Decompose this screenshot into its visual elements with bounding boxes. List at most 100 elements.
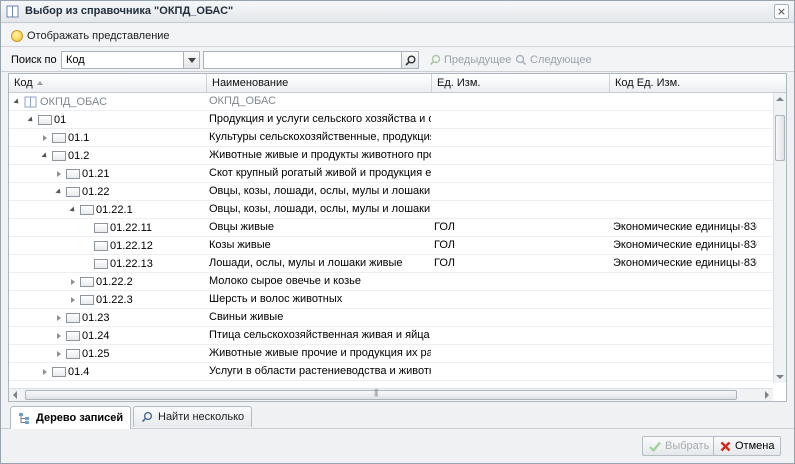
grid-body: ОКПД_ОБАС ОКПД_ОБАС 01 Продукция и услуги с… [9,93,773,383]
scroll-up-icon[interactable] [776,97,784,101]
folder-node-icon [80,204,94,215]
column-header-unit[interactable]: Ед. Изм. [432,74,610,93]
row-unit [432,93,609,110]
row-unit [432,273,609,290]
window-title: Выбор из справочника "ОКПД_ОБАС" [25,5,234,17]
table-row[interactable]: 01.22.12 Козы живые ГОЛ Экономические едини… [9,237,773,255]
table-row[interactable]: ОКПД_ОБАС ОКПД_ОБАС [9,93,773,111]
folder-node-icon [80,276,94,287]
dialog-window: Выбор из справочника "ОКПД_ОБАС" × Отобр… [0,0,795,464]
previous-button[interactable]: Предыдущее [429,54,511,66]
collapse-toggle-icon[interactable] [12,97,22,107]
folder-node-icon [52,150,66,161]
grid-header: Код Наименование Ед. Изм. Код Ед. Изм. [9,74,786,93]
collapse-toggle-icon[interactable] [26,115,36,125]
tree-cell: 01.22.1 [68,201,133,218]
cancel-button[interactable]: Отмена [713,436,782,456]
collapse-toggle-icon[interactable] [68,205,78,215]
cancel-label: Отмена [735,440,775,452]
row-unit [432,363,609,380]
table-row[interactable]: 01.22.11 Овцы живые ГОЛ Экономические едини… [9,219,773,237]
binoculars-next-icon [515,54,527,66]
table-row[interactable]: 01.25 Животные живые прочие и продукция и… [9,345,773,363]
expand-toggle-icon[interactable] [68,277,78,287]
chevron-down-icon[interactable] [183,52,199,68]
select-button[interactable]: Выбрать [642,436,717,456]
tree-cell: 01.22.11 [82,219,152,236]
tree-cell: 01.25 [54,345,110,362]
display-view-button[interactable]: Отображать представление [11,28,170,44]
table-row[interactable]: 01.2 Животные живые и продукты животного … [9,147,773,165]
title-bar: Выбор из справочника "ОКПД_ОБАС" × [1,1,794,23]
row-unit-code [610,129,757,146]
table-row[interactable]: 01.4 Услуги в области растениеводства и ж… [9,363,773,381]
tree-cell: 01.22.2 [68,273,133,290]
collapse-toggle-icon[interactable] [54,187,64,197]
expand-toggle-icon[interactable] [54,331,64,341]
row-name: Животные живые прочие и продукция их раз… [209,347,431,359]
row-code: 01.22.13 [110,257,153,270]
table-row[interactable]: 01.22.1 Овцы, козы, лошади, ослы, мулы и … [9,201,773,219]
row-code: 01.23 [82,311,110,324]
row-unit-code [610,93,757,110]
tree-cell: 01.24 [54,327,110,344]
tree-cell: 01.22.13 [82,255,153,272]
expand-toggle-icon[interactable] [68,295,78,305]
search-field-select[interactable]: Код [61,51,200,69]
tree-cell: 01.22.12 [82,237,153,254]
table-row[interactable]: 01.21 Скот крупный рогатый живой и продук… [9,165,773,183]
horizontal-scroll-thumb[interactable] [25,388,737,400]
table-row[interactable]: 01.22.3 Шерсть и волос животных [9,291,773,309]
row-unit [432,129,609,146]
row-unit-code: Экономические единицы·836 [613,221,757,233]
bottom-tabs: Дерево записей Найти несколько [1,403,794,429]
row-name: Шерсть и волос животных [209,293,343,305]
search-by-label: Поиск по [11,54,57,66]
folder-node-icon [94,258,108,269]
collapse-toggle-icon[interactable] [40,151,50,161]
next-button[interactable]: Следующее [515,54,592,66]
row-code: ОКПД_ОБАС [40,95,108,108]
table-row[interactable]: 01.1 Культуры сельскохозяйственные, проду… [9,129,773,147]
expand-toggle-icon[interactable] [40,133,50,143]
row-code: 01.21 [82,167,110,180]
search-button[interactable] [402,51,419,69]
column-header-code[interactable]: Код [9,74,207,93]
close-red-icon [720,441,731,451]
close-button[interactable]: × [774,4,789,19]
lightbulb-icon [11,30,23,42]
column-header-unit-code[interactable]: Код Ед. Изм. [610,74,786,93]
vertical-scroll-thumb[interactable] [775,115,785,161]
tab-record-tree[interactable]: Дерево записей [10,406,132,429]
expand-toggle-icon[interactable] [40,367,50,377]
row-unit-code [610,273,757,290]
scroll-right-icon[interactable] [765,391,769,399]
row-unit [432,165,609,182]
previous-label: Предыдущее [444,54,512,66]
scroll-down-icon[interactable] [776,375,784,379]
table-row[interactable]: 01.23 Свиньи живые [9,309,773,327]
table-row[interactable]: 01 Продукция и услуги сельского хозяйства… [9,111,773,129]
table-row[interactable]: 01.22.13 Лошади, ослы, мулы и лошаки живы… [9,255,773,273]
table-row[interactable]: 01.24 Птица сельскохозяйственная живая и … [9,327,773,345]
table-row[interactable]: 01.22 Овцы, козы, лошади, ослы, мулы и ло… [9,183,773,201]
expand-toggle-icon[interactable] [54,169,64,179]
tab-find-several[interactable]: Найти несколько [133,406,253,427]
expand-toggle-icon[interactable] [54,349,64,359]
table-row[interactable]: 01.5 Услуги, связанные с охотой, ловлей и… [9,381,773,383]
search-input[interactable] [203,51,402,69]
scroll-left-icon[interactable] [13,391,17,399]
folder-node-icon [66,330,80,341]
row-name: Услуги в области растениеводства и живот… [209,365,431,377]
row-name: Свиньи живые [209,311,284,323]
vertical-scrollbar[interactable] [773,93,786,383]
expand-toggle-icon[interactable] [54,313,64,323]
horizontal-scrollbar[interactable] [9,388,773,401]
table-row[interactable]: 01.22.2 Молоко сырое овечье и козье [9,273,773,291]
search-field-value: Код [66,54,85,66]
folder-node-icon [52,132,66,143]
tree-cell: 01.23 [54,309,110,326]
book-icon [24,96,37,107]
column-header-name[interactable]: Наименование [207,74,432,93]
tree-cell: 01.1 [40,129,89,146]
